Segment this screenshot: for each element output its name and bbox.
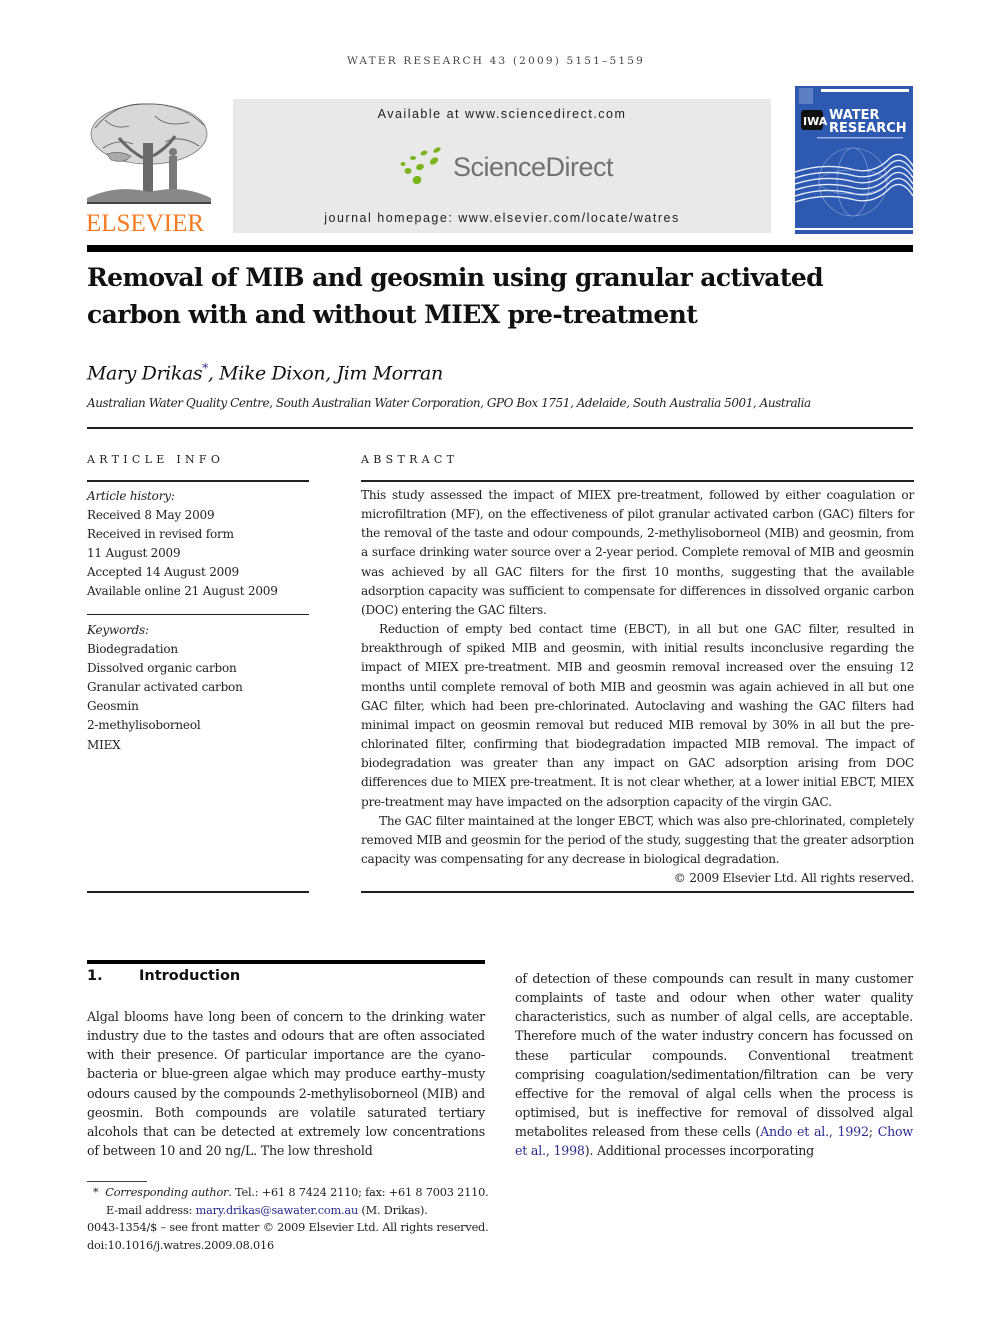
abstract-copyright: © 2009 Elsevier Ltd. All rights reserved… — [673, 871, 915, 886]
intro-column-left: Algal blooms have long been of concern t… — [87, 1007, 485, 1160]
article-info-heading: ARTICLE INFO — [87, 453, 225, 466]
history-item: 11 August 2009 — [87, 546, 181, 561]
history-item: Accepted 14 August 2009 — [87, 565, 239, 580]
article-history: Article history: Received 8 May 2009 Rec… — [87, 487, 309, 602]
section-number: 1. — [87, 968, 103, 984]
email-note: E-mail address: mary.drikas@sawater.com.… — [106, 1203, 428, 1217]
section-rule — [87, 960, 485, 964]
abstract-paragraph: The GAC filter maintained at the longer … — [361, 813, 914, 866]
history-item: Available online 21 August 2009 — [87, 584, 278, 599]
keyword: MIEX — [87, 737, 121, 752]
sciencedirect-dots-icon — [400, 147, 441, 185]
abstract-paragraph: This study assessed the impact of MIEX p… — [361, 488, 914, 617]
cover-title-line2: RESEARCH — [829, 121, 907, 136]
cover-badge: IWA — [803, 115, 828, 128]
journal-cover-image: IWA WATER RESEARCH — [795, 86, 913, 234]
keyword: 2-methylisoborneol — [87, 718, 201, 733]
footnotes: * Corresponding author. Tel.: +61 8 7424… — [87, 1184, 547, 1254]
divider — [87, 614, 309, 615]
available-at-link[interactable]: Available at www.sciencedirect.com — [233, 107, 771, 121]
history-item: Received in revised form — [87, 527, 234, 542]
divider — [361, 891, 914, 893]
section-heading-introduction: 1. Introduction — [87, 968, 240, 984]
author-name: Jim Morran — [336, 362, 443, 385]
sciencedirect-wordmark: ScienceDirect — [453, 152, 614, 182]
affiliation: Australian Water Quality Centre, South A… — [87, 396, 811, 410]
email-link[interactable]: mary.drikas@sawater.com.au — [196, 1204, 359, 1217]
keywords-label: Keywords: — [87, 623, 149, 637]
history-item: Received 8 May 2009 — [87, 508, 215, 523]
intro-paragraph: Algal blooms have long been of concern t… — [87, 1009, 485, 1159]
divider — [87, 891, 309, 893]
abstract-body: This study assessed the impact of MIEX p… — [361, 486, 914, 888]
intro-paragraph: of detection of these compounds can resu… — [515, 971, 913, 1159]
intro-column-right: of detection of these compounds can resu… — [515, 969, 913, 1161]
issn-line: 0043-1354/$ – see front matter © 2009 El… — [87, 1221, 489, 1234]
reference-link[interactable]: Ando et al., 1992 — [760, 1124, 869, 1139]
divider — [361, 480, 914, 482]
article-history-label: Article history: — [87, 489, 175, 503]
keyword: Dissolved organic carbon — [87, 661, 237, 676]
keywords: Keywords: Biodegradation Dissolved organ… — [87, 621, 309, 755]
section-title: Introduction — [139, 968, 241, 984]
corresponding-author-note: * Corresponding author. Tel.: +61 8 7424… — [93, 1186, 489, 1199]
article-title: Removal of MIB and geosmin using granula… — [87, 263, 824, 329]
author-list: Mary Drikas*, Mike Dixon, Jim Morran — [87, 361, 443, 385]
doi[interactable]: doi:10.1016/j.watres.2009.08.016 — [87, 1237, 547, 1255]
divider — [87, 480, 309, 482]
author-name: Mike Dixon — [219, 362, 326, 385]
journal-homepage-link[interactable]: journal homepage: www.elsevier.com/locat… — [233, 211, 771, 225]
header-divider — [87, 245, 913, 252]
footnote-divider — [87, 1181, 147, 1182]
running-head: WATER RESEARCH 43 (2009) 5151–5159 — [346, 55, 646, 67]
divider — [87, 427, 913, 429]
keyword: Geosmin — [87, 699, 139, 714]
abstract-heading: ABSTRACT — [361, 453, 459, 466]
keyword: Granular activated carbon — [87, 680, 243, 695]
elsevier-wordmark: ELSEVIER — [86, 210, 205, 237]
keyword: Biodegradation — [87, 642, 178, 657]
abstract-paragraph: Reduction of empty bed contact time (EBC… — [361, 622, 914, 809]
author-name: Mary Drikas — [87, 362, 203, 385]
sciencedirect-banner: Available at www.sciencedirect.com Scien… — [233, 99, 771, 233]
